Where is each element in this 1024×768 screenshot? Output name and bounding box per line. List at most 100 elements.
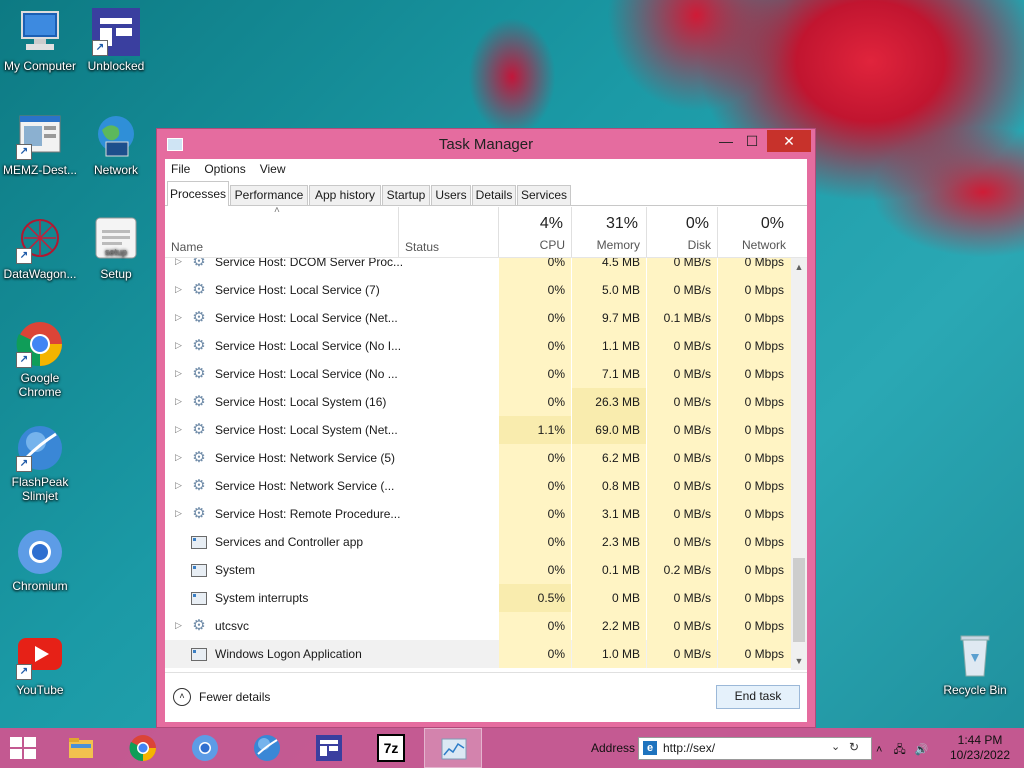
desktop-icon-youtube[interactable]: ↗ YouTube [0, 632, 80, 697]
expand-arrow-icon[interactable]: ▷ [175, 368, 182, 379]
menu-options[interactable]: Options [204, 162, 245, 176]
tab-app-history[interactable]: App history [309, 185, 381, 205]
taskbar-slimjet[interactable] [238, 728, 296, 768]
expand-arrow-icon[interactable]: ▷ [175, 452, 182, 463]
scroll-up-icon[interactable]: ▲ [791, 260, 807, 274]
menu-view[interactable]: View [260, 162, 286, 176]
taskbar-chrome[interactable] [114, 728, 172, 768]
column-name-label: Name [171, 240, 204, 254]
desktop-icon-network[interactable]: Network [76, 112, 156, 177]
column-disk[interactable]: 0% Disk [647, 207, 717, 257]
column-network[interactable]: 0% Network [718, 207, 792, 257]
tab-details[interactable]: Details [472, 185, 516, 205]
process-row[interactable]: Services and Controller app 0% 2.3 MB 0 MB/… [165, 528, 791, 556]
scroll-down-icon[interactable]: ▼ [791, 654, 807, 668]
process-row[interactable]: ▷ ⚙ Service Host: Remote Procedure... 0% 3.1… [165, 500, 791, 528]
desktop-icon-recycle-bin[interactable]: Recycle Bin [935, 632, 1015, 697]
taskbar-chromium[interactable] [176, 728, 234, 768]
chromium-icon [16, 528, 64, 576]
taskbar-unblocked[interactable] [300, 728, 358, 768]
vertical-scrollbar[interactable]: ▲ ▼ [791, 258, 807, 670]
tab-users[interactable]: Users [431, 185, 471, 205]
start-button[interactable] [10, 737, 38, 759]
desktop-icon-unblocked[interactable]: ↗ Unblocked [76, 8, 156, 73]
expand-arrow-icon[interactable]: ▷ [175, 284, 182, 295]
menu-file[interactable]: File [171, 162, 190, 176]
7zip-icon: 7z [377, 734, 405, 762]
process-row[interactable]: ▷ ⚙ utcsvc 0% 2.2 MB 0 MB/s 0 Mbps [165, 612, 791, 640]
process-row[interactable]: ▷ ⚙ Service Host: Network Service (... 0% 0.… [165, 472, 791, 500]
expand-arrow-icon[interactable]: ▷ [175, 480, 182, 491]
process-row[interactable]: ▷ ⚙ Service Host: Local System (16) 0% 26.3 … [165, 388, 791, 416]
desktop-icon-datawagon[interactable]: ↗ DataWagon... [0, 216, 80, 281]
process-name: Service Host: Local System (16) [215, 395, 387, 409]
tab-processes[interactable]: Processes [167, 181, 229, 206]
desktop-icon-chromium[interactable]: Chromium [0, 528, 80, 593]
expand-arrow-icon[interactable]: ▷ [175, 508, 182, 519]
process-row[interactable]: ▷ ⚙ Service Host: Network Service (5) 0% 6.2… [165, 444, 791, 472]
expand-arrow-icon[interactable]: ▷ [175, 340, 182, 351]
end-task-button[interactable]: End task [716, 685, 800, 709]
memory-label: Memory [596, 238, 640, 252]
taskbar-7zip[interactable]: 7z [362, 728, 420, 768]
taskbar-file-explorer[interactable] [52, 728, 110, 768]
process-memory: 6.2 MB [601, 451, 640, 465]
clock[interactable]: 1:44 PM 10/23/2022 [940, 733, 1020, 763]
process-disk: 0 MB/s [673, 367, 711, 381]
expand-arrow-icon[interactable]: ▷ [175, 312, 182, 323]
process-memory: 5.0 MB [601, 283, 640, 297]
process-cpu: 1.1% [537, 423, 565, 437]
column-status[interactable]: Status [399, 207, 498, 257]
taskbar-task-manager[interactable] [424, 728, 482, 768]
process-disk: 0 MB/s [673, 479, 711, 493]
network-status-icon[interactable]: 🖧 [894, 744, 906, 756]
expand-arrow-icon[interactable]: ▷ [175, 396, 182, 407]
tab-startup[interactable]: Startup [382, 185, 430, 205]
computer-icon [16, 8, 64, 56]
windows-logo-icon [10, 737, 22, 747]
minimize-button[interactable]: — [713, 130, 739, 152]
desktop-icon-my-computer[interactable]: My Computer [0, 8, 80, 73]
process-row[interactable]: ▷ ⚙ Service Host: Local Service (7) 0% 5.0 M… [165, 276, 791, 304]
process-row[interactable]: System interrupts 0.5% 0 MB 0 MB/s 0 Mbps [165, 584, 791, 612]
process-row[interactable]: ▷ ⚙ Service Host: Local Service (No ... 0% 7… [165, 360, 791, 388]
expand-arrow-icon[interactable]: ▷ [175, 258, 182, 267]
process-memory: 69.0 MB [595, 423, 640, 437]
process-row[interactable]: ▷ ⚙ Service Host: Local Service (No I... 0%… [165, 332, 791, 360]
tab-performance[interactable]: Performance [230, 185, 308, 205]
clock-time: 1:44 PM [957, 733, 1003, 747]
tab-services[interactable]: Services [517, 185, 571, 205]
shortcut-arrow-icon: ↗ [16, 248, 32, 264]
volume-icon[interactable]: 🔊 [915, 744, 929, 756]
tab-strip: Processes Performance App history Startu… [165, 181, 807, 206]
desktop-icon-memz[interactable]: ↗ MEMZ-Dest... [0, 112, 80, 177]
process-name: System [215, 563, 256, 577]
column-cpu[interactable]: 4% CPU [499, 207, 571, 257]
process-disk: 0.1 MB/s [663, 311, 711, 325]
dropdown-arrow-icon[interactable]: ⌄ [831, 740, 840, 753]
process-row[interactable]: ▷ ⚙ Service Host: Local Service (Net... 0% 9… [165, 304, 791, 332]
column-name[interactable]: Name [165, 207, 395, 257]
process-memory: 3.1 MB [601, 507, 640, 521]
expand-arrow-icon[interactable]: ▷ [175, 424, 182, 435]
expand-arrow-icon[interactable]: ▷ [175, 620, 182, 631]
show-hidden-icons-icon[interactable]: ˄ [876, 744, 882, 756]
address-input[interactable]: e http://sex/ ⌄ ↻ [638, 737, 872, 760]
desktop-icon-google-chrome[interactable]: ↗ Google Chrome [0, 320, 80, 399]
process-row[interactable]: System 0% 0.1 MB 0.2 MB/s 0 Mbps [165, 556, 791, 584]
scrollbar-thumb[interactable] [793, 558, 805, 642]
gear-icon: ⚙ [192, 477, 206, 494]
recycle-bin-icon [951, 632, 999, 680]
desktop-icon-setup[interactable]: setup Setup [76, 216, 156, 281]
refresh-icon[interactable]: ↻ [849, 740, 859, 754]
maximize-button[interactable]: ☐ [739, 130, 765, 152]
fewer-details-button[interactable]: ˄ Fewer details [173, 688, 270, 706]
gear-icon: ⚙ [192, 365, 206, 382]
close-button[interactable]: ✕ [767, 130, 811, 152]
column-memory[interactable]: 31% Memory [572, 207, 646, 257]
process-row[interactable]: Windows Logon Application 0% 1.0 MB 0 MB/s 0… [165, 640, 791, 668]
title-bar[interactable]: Task Manager — ☐ ✕ [157, 129, 815, 159]
process-row[interactable]: ▷ ⚙ Service Host: Local System (Net... 1.1%… [165, 416, 791, 444]
desktop-icon-flashpeak-slimjet[interactable]: ↗ FlashPeak Slimjet [0, 424, 80, 503]
process-row[interactable]: ▷ ⚙ Service Host: DCOM Server Proc... 0% 4.5… [165, 258, 791, 276]
